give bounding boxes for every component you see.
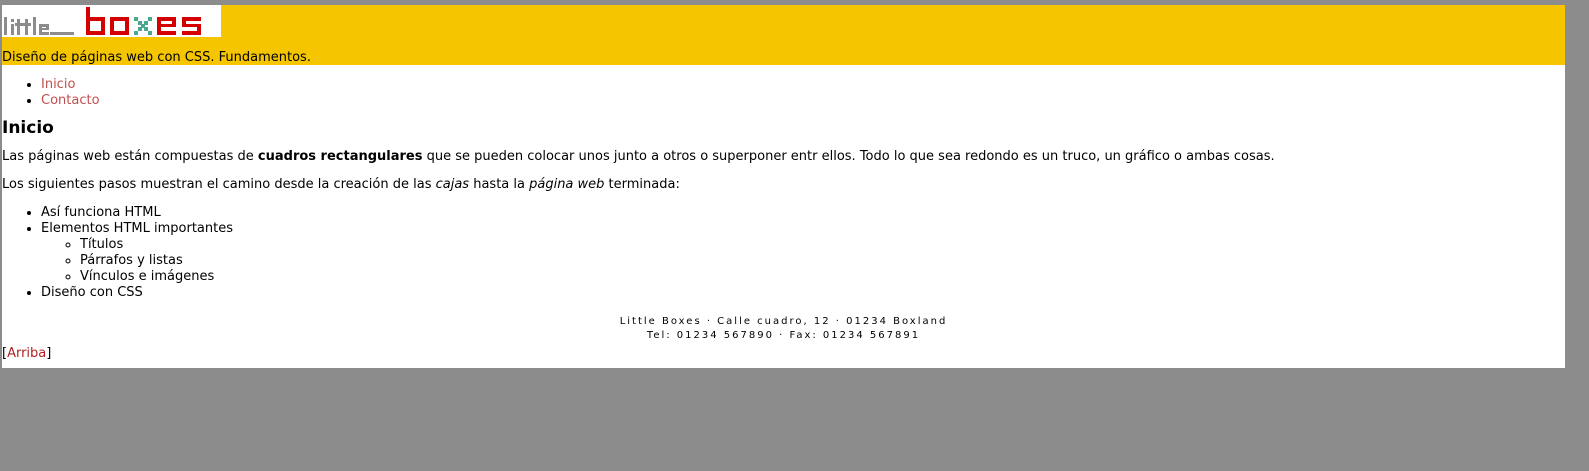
steps-text-start: Los siguientes pasos muestran el camino … [2,177,436,192]
footer-phone: Tel: 01234 567890 · Fax: 01234 567891 [646,330,921,341]
back-to-top-link[interactable]: Arriba [7,346,46,361]
back-to-top: [Arriba] [2,346,1565,361]
list-item: Elementos HTML importantes Títulos Párra… [41,221,1565,285]
list-item: Así funciona HTML [41,205,1565,221]
bracket-close: ] [46,346,52,361]
list-item: Diseño con CSS [41,285,1565,301]
list-item: Párrafos y listas [80,253,1565,269]
nav-link-inicio[interactable]: Inicio [41,77,75,92]
site-tagline: Diseño de páginas web con CSS. Fundament… [2,50,311,65]
intro-paragraph: Las páginas web están compuestas de cuad… [2,149,1565,165]
page-title: Inicio [2,118,54,138]
step-label: Así funciona HTML [41,205,161,220]
footer: Little Boxes · Calle cuadro, 12 · 01234 … [2,315,1565,343]
list-item: Títulos [80,237,1565,253]
steps-text-end: terminada: [604,177,680,192]
intro-text-start: Las páginas web están compuestas de [2,149,258,164]
nav-item-contacto: Contacto [41,93,1565,109]
nav-item-inicio: Inicio [41,77,1565,93]
nav-link-contacto[interactable]: Contacto [41,93,100,108]
steps-paragraph: Los siguientes pasos muestran el camino … [2,177,1565,193]
little-boxes-logo[interactable] [2,5,221,37]
steps-em-pagina-web: página web [529,177,605,192]
step-label: Elementos HTML importantes [41,221,233,236]
steps-text-middle: hasta la [469,177,530,192]
list-item: Vínculos e imágenes [80,269,1565,285]
logo-graphic [4,7,201,35]
step-label: Diseño con CSS [41,285,143,300]
main-navigation: Inicio Contacto [2,77,1565,109]
footer-address: Little Boxes · Calle cuadro, 12 · 01234 … [619,316,948,327]
steps-em-cajas: cajas [435,177,470,192]
page: Diseño de páginas web con CSS. Fundament… [2,5,1565,368]
intro-strong-text: cuadros rectangulares [257,149,423,164]
header: Diseño de páginas web con CSS. Fundament… [2,5,1565,65]
steps-list: Así funciona HTML Elementos HTML importa… [2,205,1565,301]
sub-steps-list: Títulos Párrafos y listas Vínculos e imá… [41,237,1565,285]
intro-text-end: que se pueden colocar unos junto a otros… [422,149,1275,164]
